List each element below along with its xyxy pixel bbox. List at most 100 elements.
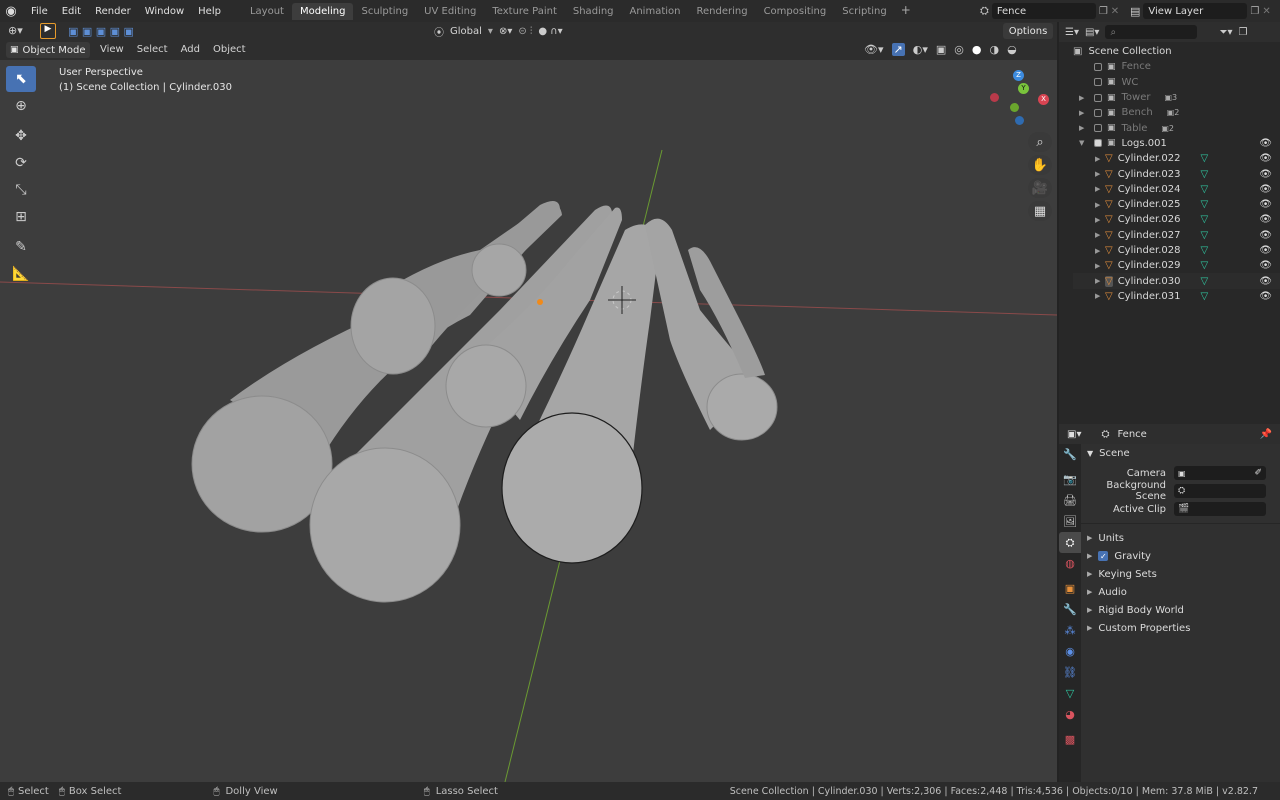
tool-tab-icon[interactable]: 🔧: [1059, 444, 1081, 465]
active-tool-icon[interactable]: ▶: [40, 23, 56, 39]
neg-y-axis-icon[interactable]: [1010, 103, 1019, 112]
transform-tool-icon[interactable]: ⊞: [6, 204, 36, 230]
mesh-data-icon[interactable]: ▽: [1200, 260, 1208, 271]
select-box-tool-icon[interactable]: ⬉: [6, 66, 36, 92]
annotate-tool-icon[interactable]: ✎: [6, 234, 36, 260]
shading-solid-icon[interactable]: ●: [972, 43, 982, 56]
scene-panel-header[interactable]: ▼ Scene: [1081, 444, 1280, 462]
expand-arrow-icon[interactable]: ▶: [1095, 247, 1105, 255]
pin-icon[interactable]: 📌: [1260, 429, 1272, 440]
log-end-cap[interactable]: [309, 447, 461, 603]
mesh-data-icon[interactable]: ▽: [1200, 169, 1208, 180]
tab-sculpting[interactable]: Sculpting: [353, 3, 416, 20]
menu-help[interactable]: Help: [191, 6, 228, 17]
tab-uv-editing[interactable]: UV Editing: [416, 3, 484, 20]
gizmo-toggle-icon[interactable]: ↗: [891, 43, 905, 56]
material-tab-icon[interactable]: ◕: [1059, 704, 1081, 725]
exclude-checkbox[interactable]: [1094, 124, 1102, 133]
navigation-gizmo[interactable]: Z Y X: [985, 68, 1055, 130]
orientation-chevron-icon[interactable]: ▾: [488, 26, 493, 37]
mesh-data-icon[interactable]: ▽: [1200, 214, 1208, 225]
outliner-collection-row[interactable]: ▶ ▣ Bench ▣2: [1073, 105, 1280, 120]
measure-tool-icon[interactable]: 📐: [6, 261, 36, 287]
exclude-checkbox[interactable]: [1094, 108, 1102, 117]
z-axis-icon[interactable]: Z: [1013, 70, 1024, 81]
outliner-object-row[interactable]: ▶ ▽ Cylinder.025 ▽ 👁: [1073, 197, 1280, 212]
scale-tool-icon[interactable]: ⤡: [6, 177, 36, 203]
expand-arrow-icon[interactable]: ▶: [1095, 155, 1105, 163]
pivot-icon[interactable]: ⊗▾: [499, 26, 512, 37]
tab-shading[interactable]: Shading: [565, 3, 622, 20]
menu-view[interactable]: View: [100, 44, 124, 55]
property-panel-header[interactable]: ▶ Units: [1081, 529, 1280, 547]
expand-arrow-icon[interactable]: ▶: [1095, 185, 1105, 193]
shading-rendered-icon[interactable]: ◒: [1007, 43, 1017, 56]
output-tab-icon[interactable]: 🖨: [1059, 490, 1081, 511]
outliner-object-row[interactable]: ▶ ▽ Cylinder.029 ▽ 👁: [1073, 258, 1280, 273]
mesh-data-icon[interactable]: ▽: [1200, 153, 1208, 164]
new-collection-icon[interactable]: ❐: [1238, 27, 1247, 38]
mesh-data-icon[interactable]: ▽: [1200, 199, 1208, 210]
eyedropper-icon[interactable]: ✐: [1254, 468, 1262, 478]
property-panel-header[interactable]: ▶ Rigid Body World: [1081, 601, 1280, 619]
properties-editor-icon[interactable]: ▣▾: [1067, 429, 1081, 440]
editor-type-icon[interactable]: ⊕▾: [8, 24, 23, 37]
menu-file[interactable]: File: [24, 6, 55, 17]
add-workspace-icon[interactable]: +: [895, 3, 917, 20]
move-tool-icon[interactable]: ✥: [6, 123, 36, 149]
menu-select[interactable]: Select: [137, 44, 168, 55]
mesh-data-icon[interactable]: ▽: [1200, 230, 1208, 241]
orientation-dropdown[interactable]: Global: [450, 26, 482, 37]
neg-z-axis-icon[interactable]: [1015, 116, 1024, 125]
exclude-checkbox[interactable]: [1094, 93, 1102, 102]
visibility-icon[interactable]: 👁▾: [864, 43, 884, 56]
rotate-tool-icon[interactable]: ⟳: [6, 150, 36, 176]
mode-dropdown[interactable]: ▣ Object Mode: [6, 42, 90, 58]
snap-icon[interactable]: ⊝ ⫶: [518, 26, 532, 37]
log-end-cap[interactable]: [471, 243, 527, 297]
menu-render[interactable]: Render: [88, 6, 138, 17]
visibility-eye-icon[interactable]: 👁: [1259, 138, 1272, 149]
outliner-collection-row[interactable]: ▼ ▣ Logs.001 👁: [1073, 136, 1280, 151]
expand-arrow-icon[interactable]: ▶: [1079, 124, 1089, 132]
exclude-checkbox[interactable]: [1094, 62, 1102, 71]
expand-arrow-icon[interactable]: ▶: [1095, 216, 1105, 224]
scene-canvas[interactable]: [0, 60, 1057, 782]
expand-arrow-icon[interactable]: ▶: [1095, 277, 1105, 285]
camera-view-icon[interactable]: 🎥: [1028, 178, 1052, 198]
view-layer-icon[interactable]: ▤: [1130, 5, 1140, 18]
object-tab-icon[interactable]: ▣: [1059, 578, 1081, 599]
log-end-cap[interactable]: [350, 277, 436, 375]
y-axis-icon[interactable]: Y: [1018, 83, 1029, 94]
modifier-tab-icon[interactable]: 🔧: [1059, 599, 1081, 620]
property-panel-header[interactable]: ▶ ✓ Gravity: [1081, 547, 1280, 565]
camera-field[interactable]: ▣ ✐: [1174, 466, 1266, 480]
physics-tab-icon[interactable]: ◉: [1059, 641, 1081, 662]
mesh-data-icon[interactable]: ▽: [1200, 276, 1208, 287]
visibility-eye-icon[interactable]: 👁: [1259, 245, 1272, 256]
outliner-collection-row[interactable]: ▶ ▣ Tower ▣3: [1073, 90, 1280, 105]
visibility-eye-icon[interactable]: 👁: [1259, 199, 1272, 210]
expand-arrow-icon[interactable]: ▶: [1095, 170, 1105, 178]
expand-arrow-icon[interactable]: ▶: [1079, 109, 1089, 117]
selection-mode-icons[interactable]: ▣ ▣ ▣ ▣ ▣: [68, 25, 134, 38]
view-layer-field[interactable]: View Layer: [1143, 3, 1248, 19]
tab-texture-paint[interactable]: Texture Paint: [484, 3, 565, 20]
menu-add[interactable]: Add: [181, 44, 200, 55]
visibility-eye-icon[interactable]: 👁: [1259, 184, 1272, 195]
expand-arrow-icon[interactable]: ▶: [1095, 201, 1105, 209]
overlay-icon[interactable]: ◐▾: [913, 43, 928, 56]
tab-animation[interactable]: Animation: [622, 3, 689, 20]
background-scene-field[interactable]: ⛭: [1174, 484, 1266, 498]
filter-icon[interactable]: ⏷▾: [1219, 27, 1232, 38]
visibility-eye-icon[interactable]: 👁: [1259, 260, 1272, 271]
menu-window[interactable]: Window: [138, 6, 191, 17]
3d-viewport[interactable]: User Perspective (1) Scene Collection | …: [0, 60, 1057, 782]
options-dropdown[interactable]: Options: [1003, 23, 1053, 39]
remove-scene-icon[interactable]: ✕: [1111, 6, 1119, 17]
mesh-data-icon[interactable]: ▽: [1200, 291, 1208, 302]
property-panel-header[interactable]: ▶ Keying Sets: [1081, 565, 1280, 583]
world-tab-icon[interactable]: ◍: [1059, 553, 1081, 574]
outliner-object-row[interactable]: ▶ ▽ Cylinder.027 ▽ 👁: [1073, 228, 1280, 243]
tab-rendering[interactable]: Rendering: [688, 3, 755, 20]
